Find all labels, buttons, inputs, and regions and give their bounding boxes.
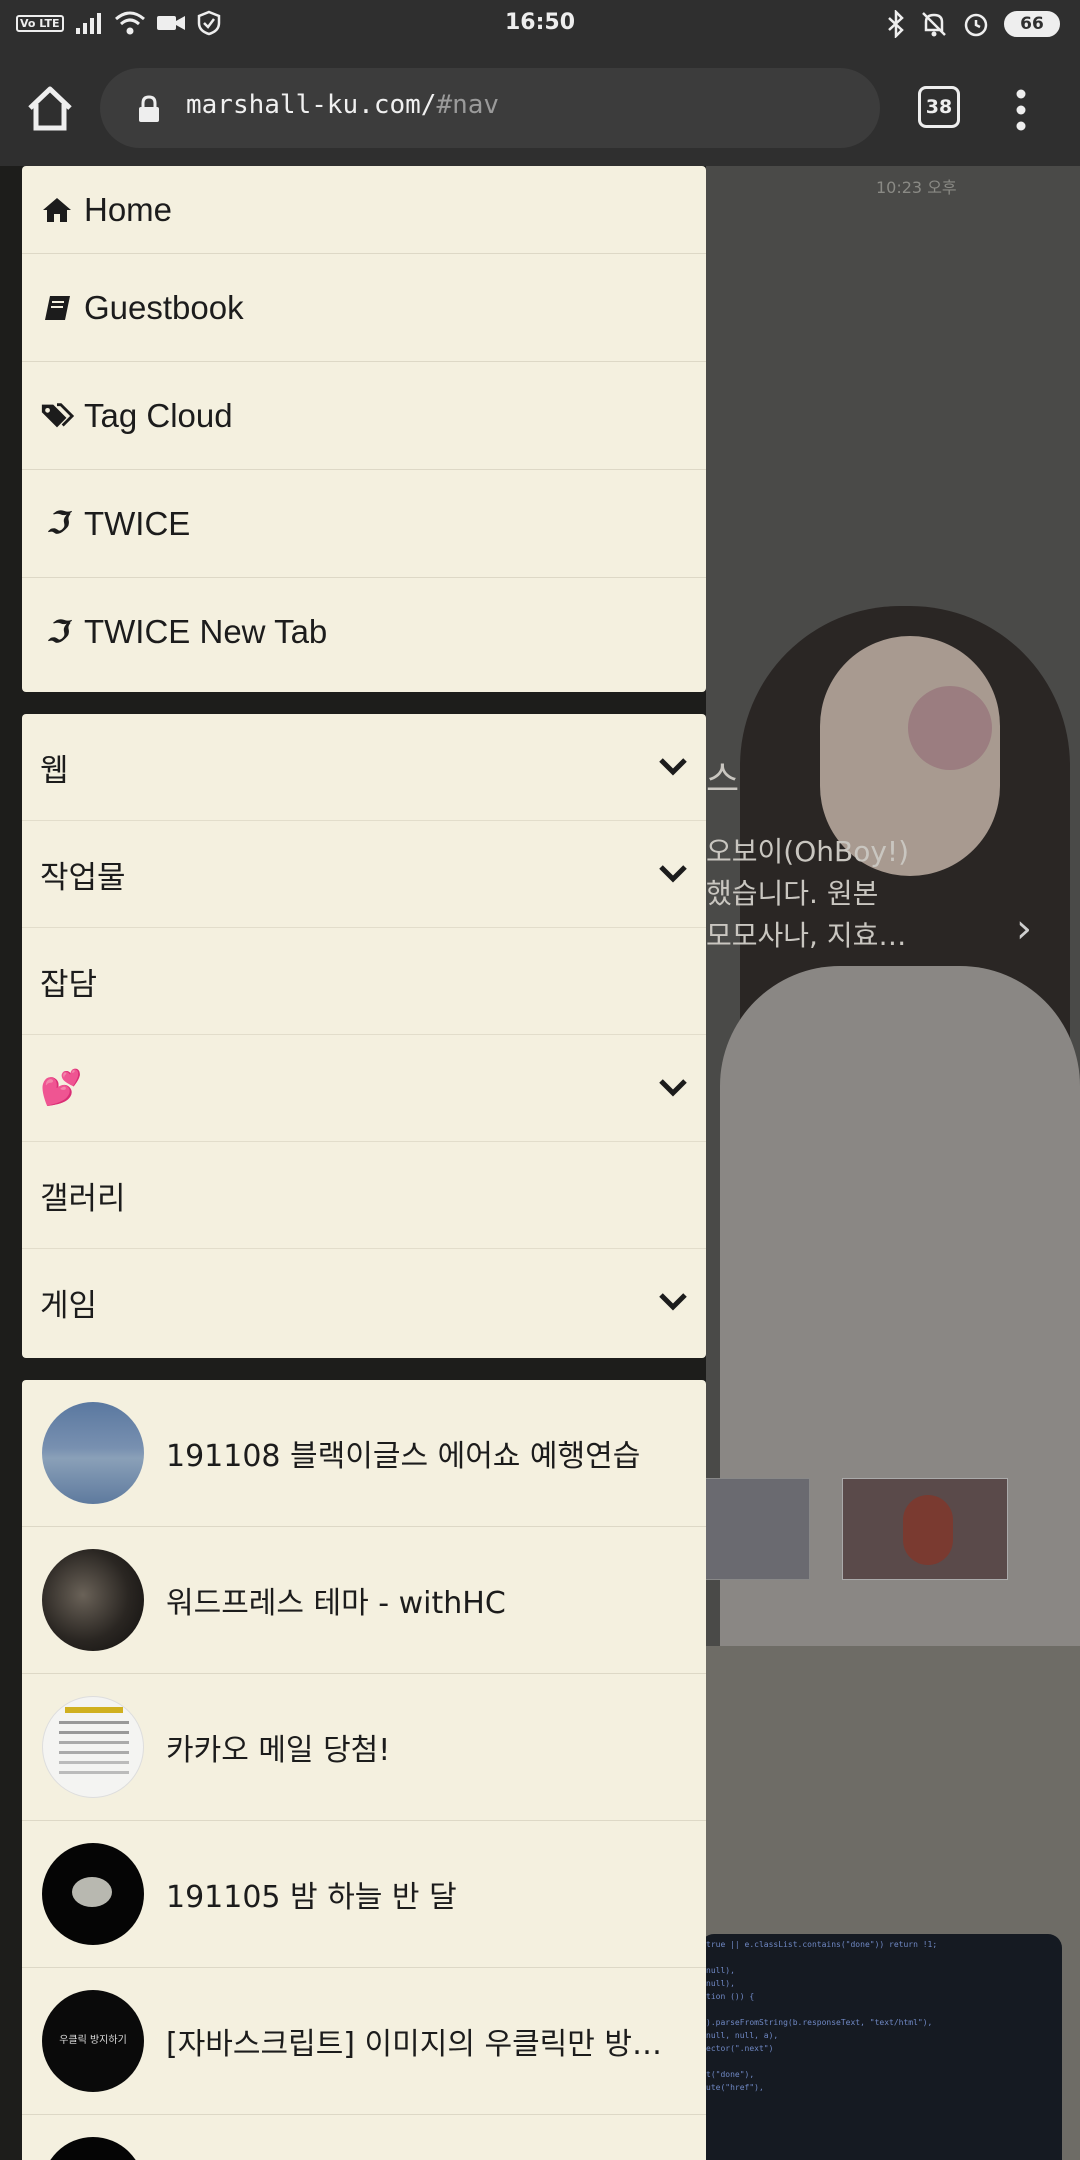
nav-link-twice[interactable]: ℑ TWICE [22, 470, 706, 578]
address-bar[interactable]: marshall-ku.com/#nav [100, 68, 880, 148]
lock-icon [139, 95, 159, 122]
category-works[interactable]: 작업물 [22, 821, 706, 928]
category-label: 게임 [40, 1288, 98, 1324]
post-thumbnail [42, 1696, 144, 1798]
twice-logo-icon: ℑ [46, 506, 68, 541]
post-title: 카카오 메일 당첨! [166, 1733, 391, 1768]
category-chat[interactable]: 잡담 [22, 928, 706, 1035]
post-title: [자바스크립트] 이미지의 우클릭만 방지하기 [166, 2027, 686, 2062]
hero-text-line: 오보이(OhBoy!) [706, 835, 910, 868]
chevron-down-icon[interactable] [658, 861, 688, 885]
book-icon [40, 291, 74, 325]
alarm-icon [964, 13, 988, 37]
nav-link-twice-new-tab[interactable]: ℑ TWICE New Tab [22, 578, 706, 686]
post-item[interactable]: 우클릭 방지하기 [자바스크립트] 이미지의 우클릭만 방지하기 [22, 1968, 706, 2115]
home-icon[interactable] [24, 82, 76, 134]
tags-icon [40, 399, 74, 433]
post-item[interactable]: 191105 밤 하늘 반 달 [22, 1821, 706, 1968]
post-title: 워드프레스 테마 - withHC [166, 1586, 506, 1621]
nav-link-label: Guestbook [84, 288, 244, 326]
url-host: marshall-ku.com/ [186, 90, 437, 120]
carousel-thumb[interactable] [842, 1478, 1008, 1580]
post-thumbnail [42, 1549, 144, 1651]
category-label: 웹 [40, 752, 69, 789]
post-thumbnail [42, 2137, 144, 2160]
nav-link-home[interactable]: Home [22, 166, 706, 254]
post-item[interactable]: 워드프레스 테마 - withHC [22, 1527, 706, 1674]
main-links-card: Home Guestbook Tag Cloud ℑ TWICE ℑ TWICE… [22, 166, 706, 692]
category-gallery[interactable]: 갤러리 [22, 1142, 706, 1249]
chevron-down-icon[interactable] [658, 1075, 688, 1099]
home-icon [40, 193, 74, 227]
post-item[interactable]: 카카오 메일 당첨! [22, 1674, 706, 1821]
post-item[interactable]: 191108 블랙이글스 에어쇼 예행연습 [22, 1380, 706, 1527]
nav-link-label: TWICE [84, 504, 191, 542]
category-label: 잡담 [40, 966, 98, 1003]
two-hearts-icon: 💕 [40, 1068, 83, 1108]
hero-time-label: 10:23 오후 [876, 178, 957, 197]
category-hearts[interactable]: 💕 [22, 1035, 706, 1142]
status-right: 66 [886, 10, 1060, 38]
post-thumbnail [42, 1402, 144, 1504]
tab-switcher-button[interactable]: 38 [918, 86, 960, 128]
categories-card: 웹 작업물 잡담 💕 갤러리 게임 [22, 714, 706, 1358]
nav-link-label: Tag Cloud [84, 396, 233, 434]
hero-title: 스 [706, 759, 740, 800]
hero-text-line: 모모사나, 지효… [706, 919, 907, 952]
chevron-down-icon[interactable] [658, 1289, 688, 1313]
code-snippet: true || e.classList.contains("done")) re… [700, 1934, 1062, 2160]
overflow-menu-icon[interactable] [1006, 88, 1036, 132]
nav-link-tag-cloud[interactable]: Tag Cloud [22, 362, 706, 470]
status-bar: Vo LTE 16:50 66 [0, 0, 1080, 50]
category-game[interactable]: 게임 [22, 1249, 706, 1356]
mute-bell-icon [922, 12, 946, 37]
browser-toolbar: marshall-ku.com/#nav 38 [0, 50, 1080, 166]
post-title: 191108 블랙이글스 에어쇼 예행연습 [166, 1439, 641, 1474]
nav-link-label: TWICE New Tab [84, 613, 328, 650]
post-thumbnail [42, 1843, 144, 1945]
category-label: 갤러리 [40, 1180, 126, 1217]
carousel-thumb[interactable] [700, 1478, 810, 1580]
bluetooth-icon [888, 10, 904, 38]
hero-text-line: 했습니다. 원본 [706, 877, 879, 910]
battery-indicator: 66 [1004, 11, 1060, 37]
post-thumbnail: 우클릭 방지하기 [42, 1990, 144, 2092]
recent-posts-card: 191108 블랙이글스 에어쇼 예행연습 워드프레스 테마 - withHC … [22, 1380, 706, 2160]
url-text: marshall-ku.com/#nav [186, 90, 499, 120]
chevron-down-icon[interactable] [658, 754, 688, 778]
twice-logo-icon: ℑ [46, 614, 68, 650]
nav-link-guestbook[interactable]: Guestbook [22, 254, 706, 362]
category-web[interactable]: 웹 [22, 714, 706, 821]
url-hash: #nav [436, 90, 500, 120]
post-title: 191105 밤 하늘 반 달 [166, 1880, 457, 1915]
nav-drawer: Home Guestbook Tag Cloud ℑ TWICE ℑ TWICE… [0, 166, 706, 2160]
carousel-next-icon[interactable]: › [1016, 906, 1032, 952]
category-label: 작업물 [40, 859, 126, 896]
post-item[interactable] [22, 2115, 706, 2160]
nav-link-label: Home [84, 190, 173, 228]
hero-lollipop [908, 686, 992, 770]
